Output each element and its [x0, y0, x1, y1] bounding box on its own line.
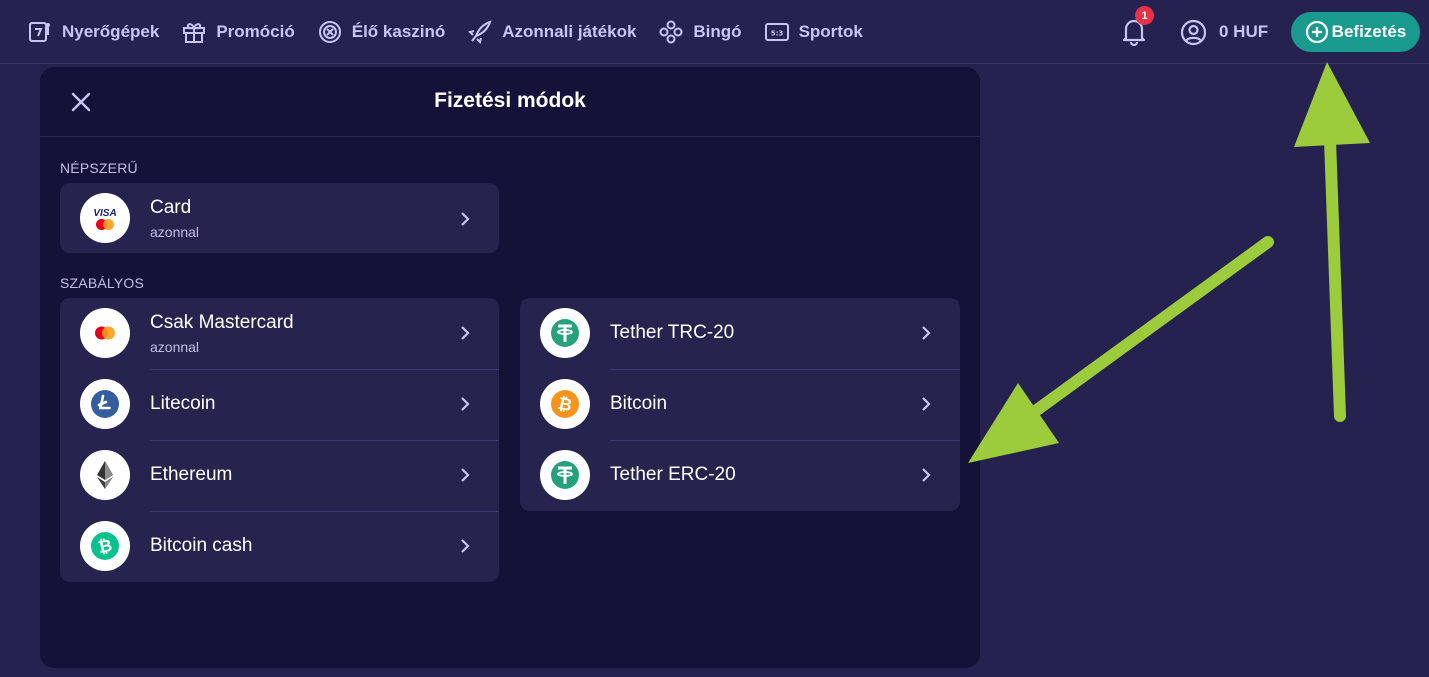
- chevron-right-icon: [461, 212, 470, 226]
- method-subtitle: azonnal: [150, 339, 200, 355]
- nav-item-bingo[interactable]: Bingó: [658, 0, 742, 64]
- row-divider: [610, 440, 960, 441]
- chevron-right-icon: [922, 326, 931, 340]
- nav-item-label: Sportok: [798, 22, 863, 41]
- method-title: Ethereum: [150, 464, 233, 485]
- nav-item-sports[interactable]: 5:3 Sportok: [764, 0, 863, 64]
- arrow-up-to-deposit: [1294, 62, 1370, 422]
- tether-icon: [540, 308, 590, 358]
- modal-header: Fizetési módok: [40, 67, 980, 137]
- nav-item-instant-games[interactable]: Azonnali játékok: [467, 0, 636, 64]
- method-title: Bitcoin: [610, 393, 668, 414]
- nav-item-promotions[interactable]: Promóció: [181, 0, 295, 64]
- chevron-right-icon: [461, 539, 470, 553]
- chevron-right-icon: [461, 397, 470, 411]
- bingo-balls-icon: [659, 20, 683, 44]
- method-title: Tether ERC-20: [610, 464, 736, 485]
- method-title: Litecoin: [150, 393, 216, 414]
- payment-method-bitcoin[interactable]: ₿ Bitcoin: [520, 369, 960, 440]
- section-label-popular: NÉPSZERŰ: [60, 160, 138, 176]
- account-balance[interactable]: 0 HUF: [1180, 17, 1268, 47]
- payment-method-bitcoin-cash[interactable]: ₿ Bitcoin cash: [60, 511, 499, 582]
- method-subtitle: azonnal: [150, 224, 200, 240]
- chevron-right-icon: [922, 468, 931, 482]
- method-title: Card: [150, 197, 192, 218]
- method-title: Csak Mastercard: [150, 312, 294, 333]
- top-navigation-bar: Nyerőgépek Promóció Élő kaszinó Azonnali…: [0, 0, 1429, 64]
- payment-method-tether-trc20[interactable]: Tether TRC-20: [520, 298, 960, 369]
- litecoin-icon: [80, 379, 130, 429]
- slot-machine-icon: [29, 22, 50, 42]
- nav-item-live-casino[interactable]: Élő kaszinó: [317, 0, 446, 64]
- rocket-icon: [468, 20, 492, 44]
- balance-text: 0 HUF: [1219, 22, 1269, 41]
- payment-method-mastercard[interactable]: Csak Mastercard azonnal: [60, 298, 499, 369]
- notification-badge: 1: [1135, 6, 1154, 25]
- nav-item-label: Élő kaszinó: [351, 22, 446, 41]
- main-nav: Nyerőgépek Promóció Élő kaszinó Azonnali…: [27, 0, 885, 64]
- bitcoin-icon: ₿: [540, 379, 590, 429]
- user-icon: [1180, 19, 1207, 45]
- gift-icon: [183, 23, 206, 43]
- popular-methods-list: VISA Card azonnal: [60, 183, 499, 253]
- payment-method-litecoin[interactable]: Litecoin: [60, 369, 499, 440]
- payment-methods-modal: Fizetési módok NÉPSZERŰ VISA Card azonna…: [40, 67, 980, 668]
- svg-text:5:3: 5:3: [770, 30, 783, 38]
- row-divider: [150, 369, 499, 370]
- payment-method-card[interactable]: VISA Card azonnal: [60, 183, 499, 253]
- nav-item-slots[interactable]: Nyerőgépek: [27, 0, 159, 64]
- visa-mastercard-icon: VISA: [80, 193, 130, 243]
- nav-item-label: Nyerőgépek: [62, 22, 160, 41]
- scoreboard-icon: 5:3: [764, 23, 789, 41]
- row-divider: [610, 369, 960, 370]
- chevron-right-icon: [461, 326, 470, 340]
- arrow-to-payment-list: [968, 236, 1274, 463]
- chevron-right-icon: [461, 468, 470, 482]
- regular-methods-list-left: Csak Mastercard azonnal Litecoin Ethereu…: [60, 298, 499, 582]
- section-label-regular: SZABÁLYOS: [60, 275, 145, 291]
- nav-item-label: Bingó: [693, 22, 742, 41]
- plus-circle-icon: [1305, 20, 1328, 44]
- modal-title: Fizetési módok: [434, 89, 586, 112]
- roulette-icon: [318, 21, 341, 43]
- deposit-button[interactable]: Befizetés: [1291, 12, 1420, 52]
- mastercard-icon: [80, 308, 130, 358]
- method-title: Tether TRC-20: [610, 322, 735, 343]
- chevron-right-icon: [922, 397, 931, 411]
- payment-method-ethereum[interactable]: Ethereum: [60, 440, 499, 511]
- svg-text:VISA: VISA: [93, 208, 116, 219]
- ethereum-icon: [80, 450, 130, 500]
- deposit-label: Befizetés: [1331, 22, 1407, 41]
- method-title: Bitcoin cash: [150, 535, 253, 556]
- bitcoin-cash-icon: ₿: [80, 521, 130, 571]
- nav-item-label: Promóció: [216, 22, 295, 41]
- regular-methods-list-right: Tether TRC-20 ₿ Bitcoin Tether ERC-20: [520, 298, 960, 511]
- payment-method-tether-erc20[interactable]: Tether ERC-20: [520, 440, 960, 511]
- row-divider: [150, 440, 499, 441]
- row-divider: [150, 511, 499, 512]
- nav-item-label: Azonnali játékok: [502, 22, 637, 41]
- tether-icon: [540, 450, 590, 500]
